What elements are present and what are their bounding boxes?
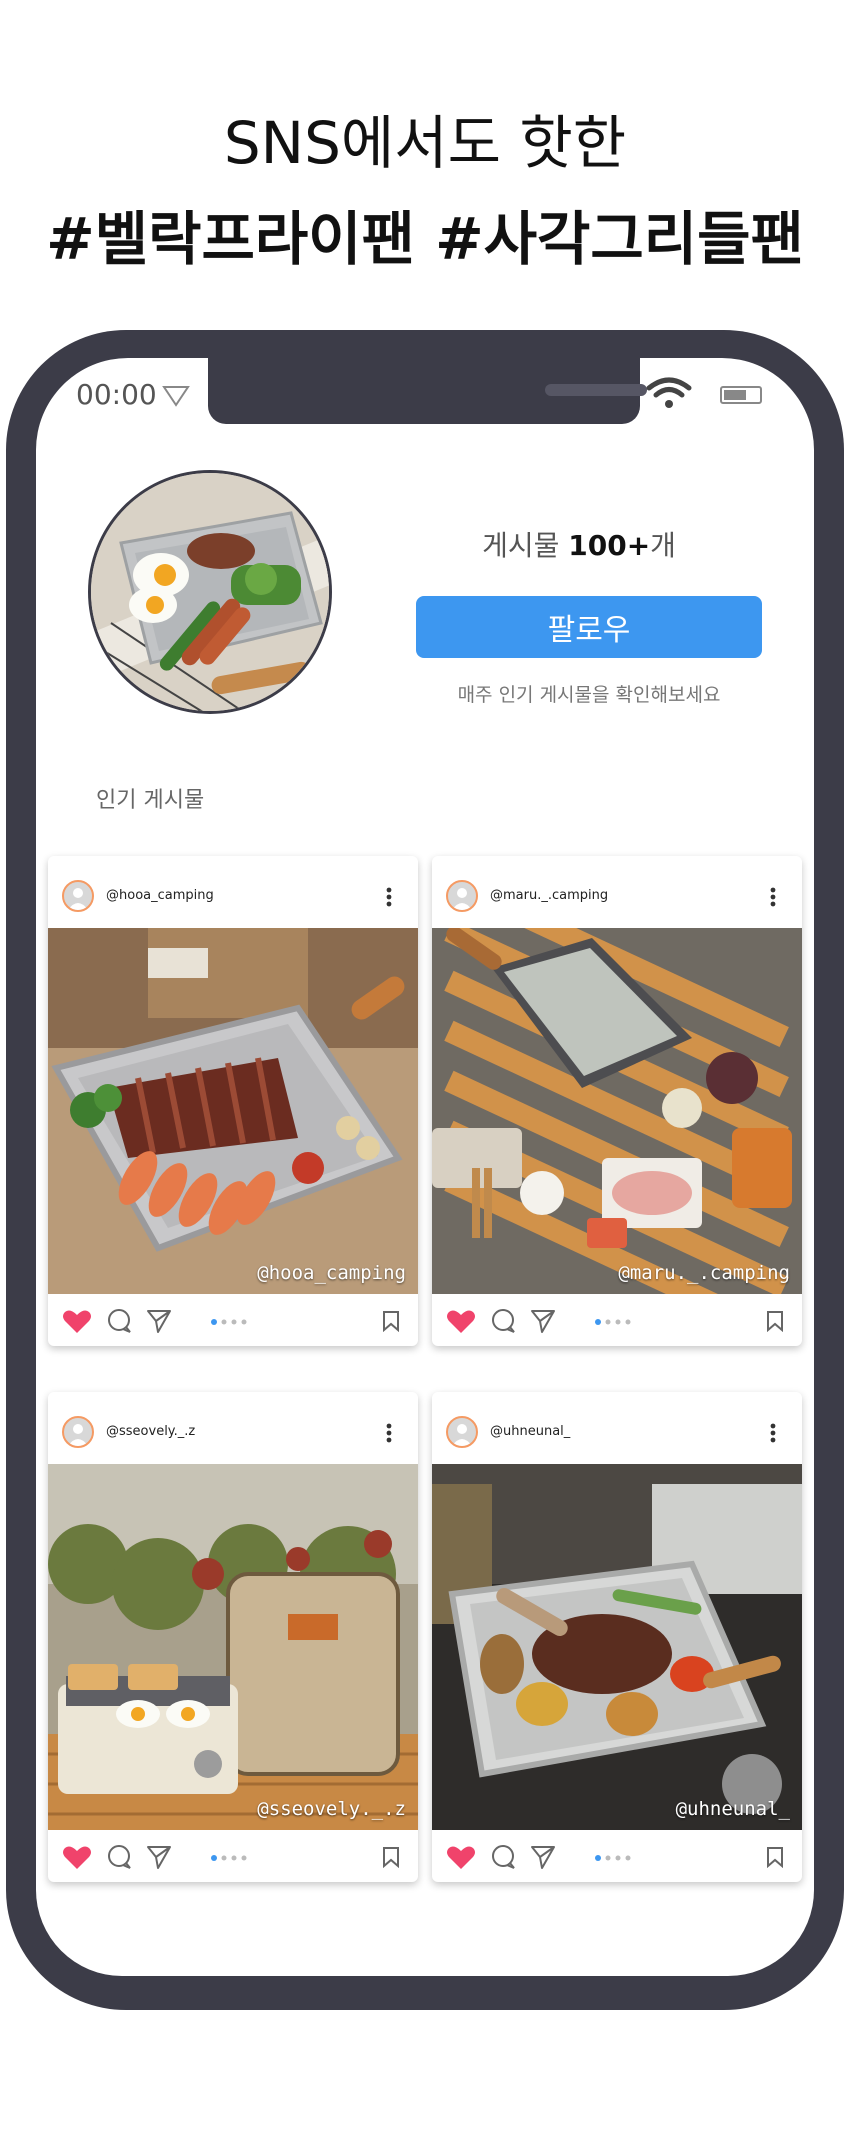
- send-icon[interactable]: [530, 1844, 556, 1870]
- comment-icon[interactable]: [490, 1308, 516, 1334]
- user-avatar[interactable]: [446, 880, 478, 912]
- heart-icon[interactable]: [446, 1844, 476, 1870]
- bookmark-icon[interactable]: [382, 1846, 400, 1868]
- heart-icon[interactable]: [446, 1308, 476, 1334]
- headline-line1: SNS에서도 핫한: [223, 109, 627, 177]
- carousel-dots: [211, 1855, 247, 1861]
- popular-posts-label: 인기 게시물: [96, 788, 205, 813]
- headline-line2: #벨락프라이팬 #사각그리들팬: [46, 205, 804, 273]
- bookmark-icon[interactable]: [766, 1846, 784, 1868]
- image-watermark: @maru._.camping: [618, 1262, 790, 1284]
- carousel-dots: [595, 1319, 631, 1325]
- signal-triangle-icon: [162, 386, 190, 407]
- more-icon[interactable]: [770, 886, 776, 908]
- phone-notch: [208, 358, 647, 424]
- post-card[interactable]: @sseovely._.z @sseovely._.z: [48, 1392, 418, 1882]
- image-watermark: @hooa_camping: [257, 1262, 406, 1284]
- post-username[interactable]: @hooa_camping: [106, 888, 214, 903]
- send-icon[interactable]: [530, 1308, 556, 1334]
- post-header: @hooa_camping: [48, 856, 418, 926]
- carousel-dots: [211, 1319, 247, 1325]
- post-username[interactable]: @uhneunal_: [490, 1424, 570, 1439]
- wifi-icon: [646, 377, 692, 408]
- post-header: @uhneunal_: [432, 1392, 802, 1462]
- user-avatar[interactable]: [446, 1416, 478, 1448]
- comment-icon[interactable]: [490, 1844, 516, 1870]
- send-icon[interactable]: [146, 1844, 172, 1870]
- carousel-dots: [595, 1855, 631, 1861]
- post-actions: [432, 1830, 802, 1882]
- image-watermark: @sseovely._.z: [257, 1798, 406, 1820]
- user-avatar[interactable]: [62, 1416, 94, 1448]
- post-header: @sseovely._.z: [48, 1392, 418, 1462]
- more-icon[interactable]: [770, 1422, 776, 1444]
- follow-button[interactable]: 팔로우: [416, 596, 762, 658]
- posts-prefix: 게시물: [482, 529, 569, 562]
- post-username[interactable]: @sseovely._.z: [106, 1424, 195, 1439]
- post-card[interactable]: @hooa_camping @hooa_camping: [48, 856, 418, 1346]
- status-time: 00:00: [76, 378, 157, 411]
- bookmark-icon[interactable]: [766, 1310, 784, 1332]
- follow-subtext: 매주 인기 게시물을 확인해보세요: [457, 684, 721, 706]
- post-actions: [48, 1294, 418, 1346]
- more-icon[interactable]: [386, 886, 392, 908]
- post-image[interactable]: @maru._.camping: [432, 928, 802, 1294]
- posts-count-value: 100+: [568, 529, 651, 562]
- bookmark-icon[interactable]: [382, 1310, 400, 1332]
- profile-avatar: [88, 470, 332, 714]
- battery-icon: [720, 386, 762, 404]
- speaker-slot: [545, 384, 647, 396]
- send-icon[interactable]: [146, 1308, 172, 1334]
- post-image[interactable]: @sseovely._.z: [48, 1464, 418, 1830]
- user-avatar[interactable]: [62, 880, 94, 912]
- post-actions: [432, 1294, 802, 1346]
- post-header: @maru._.camping: [432, 856, 802, 926]
- post-image[interactable]: @uhneunal_: [432, 1464, 802, 1830]
- post-actions: [48, 1830, 418, 1882]
- post-image[interactable]: @hooa_camping: [48, 928, 418, 1294]
- post-card[interactable]: @maru._.camping @maru._.camping: [432, 856, 802, 1346]
- image-watermark: @uhneunal_: [675, 1798, 790, 1820]
- post-username[interactable]: @maru._.camping: [490, 888, 608, 903]
- post-card[interactable]: @uhneunal_ @uhneunal_: [432, 1392, 802, 1882]
- heart-icon[interactable]: [62, 1844, 92, 1870]
- posts-count: 게시물 100+개: [414, 524, 744, 564]
- more-icon[interactable]: [386, 1422, 392, 1444]
- heart-icon[interactable]: [62, 1308, 92, 1334]
- comment-icon[interactable]: [106, 1844, 132, 1870]
- posts-suffix: 개: [650, 529, 676, 562]
- comment-icon[interactable]: [106, 1308, 132, 1334]
